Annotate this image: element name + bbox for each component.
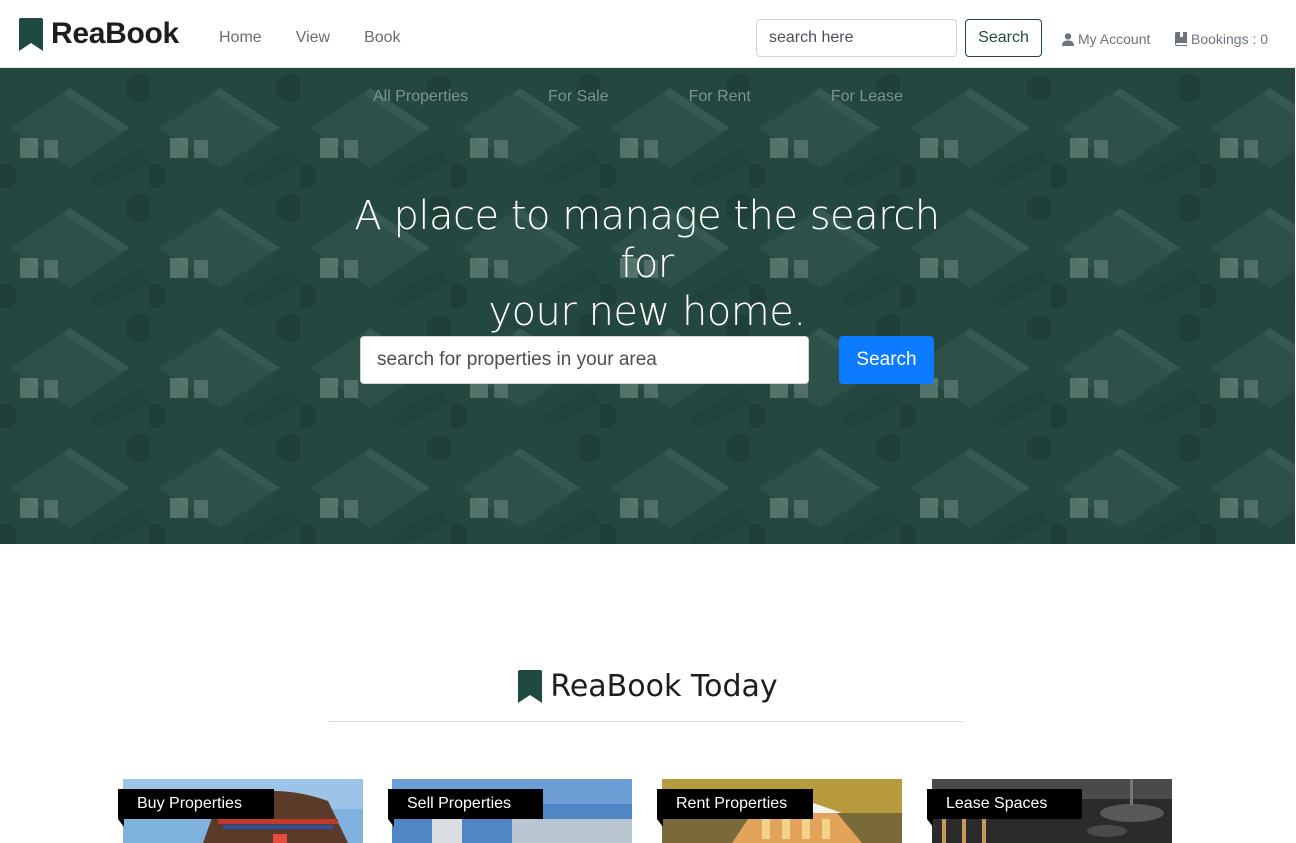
filter-for-rent[interactable]: For Rent [689,87,751,107]
my-account-link[interactable]: My Account [1062,31,1150,47]
brand-name: ReaBook [51,17,179,50]
filter-for-lease[interactable]: For Lease [831,87,903,107]
tag-fold-decoration [388,819,394,827]
section-divider [329,721,963,722]
bookmark-icon [19,17,43,51]
card-label-sell-properties: Sell Properties [388,789,543,819]
tag-fold-decoration [118,819,124,827]
nav-link-view[interactable]: View [296,28,330,48]
card-label-rent-properties: Rent Properties [657,789,813,819]
book-icon [1175,32,1187,46]
property-filter-tabs: All Properties For Sale For Rent For Lea… [373,87,983,107]
card-label-lease-spaces: Lease Spaces [927,789,1082,819]
top-search-input[interactable] [756,19,957,57]
navbar: ReaBook Home View Book Search My Account… [0,0,1296,68]
filter-all-properties[interactable]: All Properties [373,87,468,107]
my-account-label: My Account [1078,31,1151,47]
section-heading: ReaBook Today [0,669,1296,704]
hero-headline-line-2: your new home. [488,289,806,335]
hero-search-button[interactable]: Search [839,336,934,384]
tag-fold-decoration [657,819,663,827]
nav-link-book[interactable]: Book [364,28,400,48]
hero-banner: All Properties For Sale For Rent For Lea… [0,68,1295,544]
bookings-link[interactable]: Bookings : 0 [1175,31,1268,47]
top-search-button[interactable]: Search [965,19,1042,57]
page: ReaBook Home View Book Search My Account… [0,0,1296,843]
nav-link-home[interactable]: Home [219,28,262,48]
hero-search-input[interactable] [360,336,809,384]
hero-headline-line-1: A place to manage the search for [354,193,940,287]
brand-logo[interactable]: ReaBook [19,14,179,54]
tag-fold-decoration [927,819,933,827]
filter-for-sale[interactable]: For Sale [548,87,608,107]
nav-links: Home View Book [219,28,435,48]
card-label-buy-properties: Buy Properties [118,789,274,819]
bookmark-icon [518,670,543,703]
hero-headline: A place to manage the search for your ne… [322,192,972,336]
bookings-label: Bookings : 0 [1191,31,1269,47]
user-icon [1062,32,1074,46]
section-title: ReaBook Today [550,669,778,704]
